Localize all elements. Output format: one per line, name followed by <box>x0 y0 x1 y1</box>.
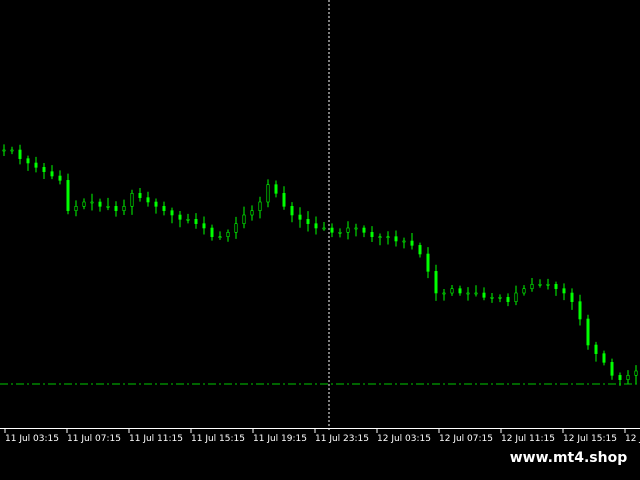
candle-body <box>234 223 238 233</box>
candle-body <box>442 292 446 295</box>
candle-body <box>330 227 334 233</box>
candle-body <box>18 149 22 159</box>
x-tick-label: 12 Jul 15:15 <box>563 434 617 444</box>
x-tick-label: 12 Jul 03:15 <box>377 434 431 444</box>
candle-body <box>530 284 534 289</box>
candle-body <box>258 201 262 211</box>
candle-body <box>42 167 46 172</box>
candle-body <box>394 236 398 242</box>
candle-body <box>538 284 542 286</box>
price-chart[interactable]: 11 Jul 03:15 11 Jul 07:15 11 Jul 11:15 11 J… <box>0 0 640 480</box>
candle-body <box>602 353 606 363</box>
candle-body <box>418 245 422 255</box>
x-tick-label: 12 Jul 11:15 <box>501 434 555 444</box>
candle-body <box>82 201 86 207</box>
candle-body <box>466 292 470 295</box>
candle-body <box>618 375 622 380</box>
candle-body <box>106 206 110 208</box>
candle-body <box>506 297 510 302</box>
candle-body <box>162 206 166 211</box>
candle-body <box>290 206 294 216</box>
candle-body <box>2 149 6 152</box>
candle-body <box>218 236 222 238</box>
candle-body <box>58 175 62 181</box>
candle-body <box>178 214 182 220</box>
candle-body <box>274 184 278 194</box>
candle-body <box>202 223 206 229</box>
candle-body <box>146 197 150 203</box>
candle-body <box>498 297 502 299</box>
candle-body <box>66 180 70 211</box>
x-axis-ticks: 11 Jul 03:15 11 Jul 07:15 11 Jul 11:15 11 J… <box>4 428 640 444</box>
candle-body <box>410 240 414 246</box>
watermark: www.mt4.shop <box>497 444 640 472</box>
candle-body <box>514 292 518 302</box>
candle-body <box>194 219 198 224</box>
candle-body <box>578 301 582 320</box>
candle-body <box>186 219 190 221</box>
candle-body <box>314 223 318 229</box>
candle-body <box>386 236 390 238</box>
candle-body <box>90 201 94 204</box>
candle-body <box>354 227 358 230</box>
candle-body <box>338 232 342 234</box>
candle-body <box>594 344 598 354</box>
candle-body <box>298 214 302 220</box>
candle-body <box>586 318 590 346</box>
candle-body <box>554 284 558 289</box>
candle-body <box>322 227 326 230</box>
candle-body <box>634 370 638 376</box>
candle-body <box>562 288 566 294</box>
candle-body <box>98 201 102 207</box>
candle-body <box>610 362 614 376</box>
candle-body <box>626 375 630 380</box>
candle-body <box>474 292 478 295</box>
x-tick-label: 11 Jul 15:15 <box>191 434 245 444</box>
x-tick-label: 11 Jul 23:15 <box>315 434 369 444</box>
candle-body <box>210 227 214 237</box>
candle-body <box>226 232 230 237</box>
candle-body <box>50 171 54 177</box>
candle-body <box>362 227 366 233</box>
candle-body <box>170 210 174 216</box>
candle-body <box>282 193 286 207</box>
candle-body <box>130 193 134 207</box>
candle-body <box>482 292 486 298</box>
candle-body <box>242 214 246 224</box>
candle-body <box>522 288 526 294</box>
candle-body <box>370 232 374 237</box>
candle-body <box>250 210 254 216</box>
candle-body <box>426 253 430 272</box>
x-tick-label: 12 J <box>625 434 640 444</box>
candle-body <box>10 149 14 152</box>
candle-body <box>346 227 350 233</box>
candle-body <box>306 219 310 224</box>
x-tick-label: 11 Jul 03:15 <box>5 434 59 444</box>
candle-body <box>74 206 78 211</box>
candle-body <box>490 297 494 299</box>
candle-body <box>402 240 406 243</box>
x-tick-label: 11 Jul 07:15 <box>67 434 121 444</box>
x-tick-label: 11 Jul 11:15 <box>129 434 183 444</box>
candle-body <box>26 158 30 164</box>
chart-window[interactable]: 11 Jul 03:15 11 Jul 07:15 11 Jul 11:15 11 J… <box>0 0 640 480</box>
candle-body <box>546 284 550 286</box>
candle-body <box>434 271 438 294</box>
candle-body <box>266 184 270 203</box>
candle-body <box>378 236 382 238</box>
candles-layer <box>2 144 638 386</box>
candle-body <box>450 288 454 294</box>
candle-body <box>122 206 126 211</box>
candle-body <box>34 162 38 168</box>
candle-body <box>154 201 158 207</box>
candle-body <box>138 193 142 198</box>
candle-body <box>114 206 118 211</box>
candle-body <box>458 288 462 294</box>
x-tick-label: 11 Jul 19:15 <box>253 434 307 444</box>
candle-body <box>570 292 574 302</box>
x-tick-label: 12 Jul 07:15 <box>439 434 493 444</box>
